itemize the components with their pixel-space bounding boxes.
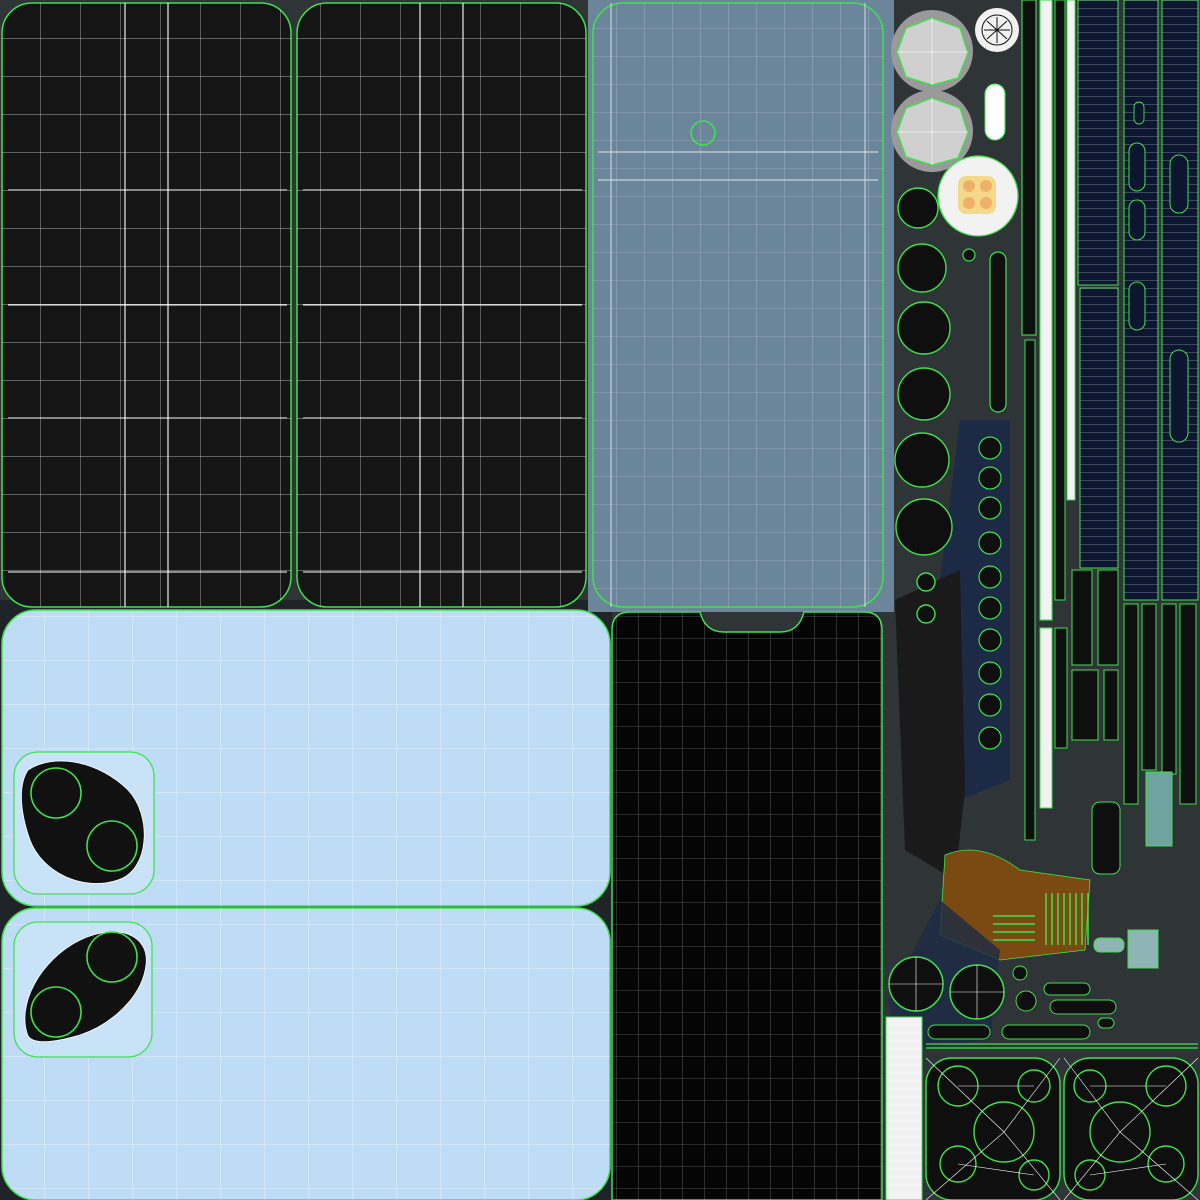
display-island (611, 611, 883, 1200)
flash-module (937, 155, 1019, 237)
screen-island-2 (296, 2, 587, 608)
back-glass-island-2 (1, 907, 611, 1200)
screen-island-1 (1, 2, 292, 608)
front-glass-island (588, 0, 894, 612)
uv-texture-canvas (0, 0, 1200, 1200)
speaker-grille-disc (975, 8, 1019, 52)
camera-plate-island-1 (925, 1057, 1061, 1200)
lens-disc (891, 10, 973, 92)
back-glass-island-1 (1, 609, 611, 907)
camera-plate-island-2 (1063, 1057, 1199, 1200)
